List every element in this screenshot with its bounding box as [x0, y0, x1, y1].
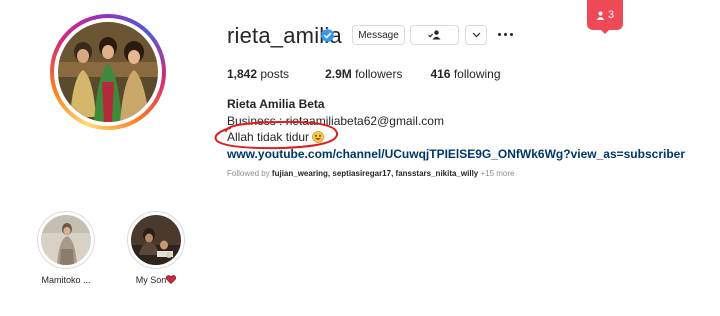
story-highlight[interactable]: Mamitoko ...: [34, 211, 98, 285]
message-button[interactable]: Message: [352, 25, 405, 45]
followers-stat[interactable]: 2.9M followers: [325, 67, 402, 81]
profile-avatar-story-ring[interactable]: [50, 14, 166, 130]
notification-pointer: [601, 30, 609, 34]
posts-count: 1,842: [227, 67, 258, 81]
verified-badge-icon: [320, 28, 335, 43]
highlight-cover: [131, 215, 181, 265]
profile-stats: 1,842 posts 2.9M followers 416 following: [227, 67, 531, 81]
followed-by-more: +15 more: [480, 169, 515, 178]
profile-full-name: Rieta Amilia Beta: [227, 97, 325, 111]
person-icon: [596, 10, 605, 20]
following-label: following: [453, 67, 501, 81]
posts-stat: 1,842 posts: [227, 67, 289, 81]
posts-label: posts: [260, 67, 290, 81]
notification-count: 3: [607, 9, 615, 21]
highlight-label: Mamitoko ...: [41, 275, 91, 285]
following-count: 416: [430, 67, 451, 81]
suggested-accounts-button[interactable]: [465, 25, 487, 45]
story-highlight[interactable]: My Son: [124, 211, 188, 285]
highlight-label-text: My Son: [135, 275, 167, 285]
followed-by-text[interactable]: Followed by fujian_wearing, septiasirega…: [227, 169, 515, 178]
following-stat[interactable]: 416 following: [430, 67, 500, 81]
avatar-photo-image: [58, 22, 158, 122]
bio-website-link[interactable]: www.youtube.com/channel/UCuwqjTPIElSE9G_…: [227, 147, 685, 161]
highlight-cover-image: [131, 215, 181, 265]
chevron-down-icon: [472, 32, 480, 38]
bio-business-line: Business : rietaamiliabeta62@gmail.com: [227, 114, 444, 128]
highlight-cover-ring: [127, 211, 185, 269]
bio-text-line: Allah tidak tidur: [227, 130, 325, 144]
bio-text: Allah tidak tidur: [227, 130, 310, 144]
person-check-icon: [427, 30, 440, 40]
followers-label: followers: [355, 67, 403, 81]
more-dot: [504, 33, 507, 36]
highlight-cover: [41, 215, 91, 265]
followers-count: 2.9M: [325, 67, 352, 81]
follow-requests-notification[interactable]: 3: [587, 0, 623, 30]
highlight-cover-ring: [37, 211, 95, 269]
more-horizontal-icon: [498, 33, 501, 36]
avatar-border: [54, 18, 162, 126]
highlight-label: My Son: [124, 275, 188, 285]
followed-by-names: fujian_wearing, septiasiregar17, fanssta…: [271, 169, 479, 178]
following-button[interactable]: [410, 25, 459, 45]
options-button[interactable]: [498, 33, 513, 36]
smiling-face-icon: [312, 131, 325, 143]
followed-by-prefix: Followed by: [227, 169, 270, 178]
highlight-cover-image: [41, 215, 91, 265]
profile-avatar[interactable]: [58, 22, 158, 122]
heart-icon: [166, 275, 177, 284]
more-dot: [510, 33, 513, 36]
